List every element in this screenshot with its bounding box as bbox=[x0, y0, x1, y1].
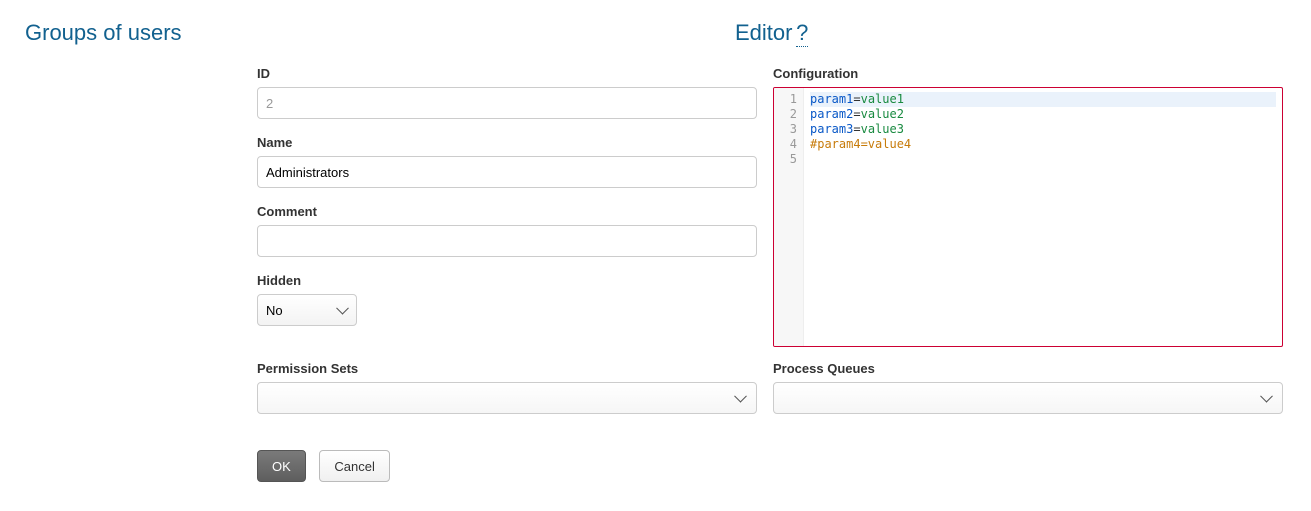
comment-input[interactable] bbox=[257, 225, 757, 257]
hidden-select[interactable]: No bbox=[257, 294, 357, 326]
gutter-line: 2 bbox=[784, 107, 797, 122]
permission-sets-label: Permission Sets bbox=[257, 361, 757, 376]
gutter-line: 3 bbox=[784, 122, 797, 137]
name-input[interactable] bbox=[257, 156, 757, 188]
page-title-groups: Groups of users bbox=[25, 20, 182, 45]
help-link[interactable]: ? bbox=[796, 20, 808, 47]
code-line[interactable]: param3=value3 bbox=[810, 122, 1276, 137]
gutter-line: 5 bbox=[784, 152, 797, 167]
code-line[interactable]: param2=value2 bbox=[810, 107, 1276, 122]
permission-sets-select[interactable] bbox=[257, 382, 757, 414]
configuration-editor[interactable]: 12345 param1=value1param2=value2param3=v… bbox=[773, 87, 1283, 347]
process-queues-label: Process Queues bbox=[773, 361, 1283, 376]
configuration-label: Configuration bbox=[773, 66, 1283, 81]
gutter-line: 4 bbox=[784, 137, 797, 152]
id-label: ID bbox=[257, 66, 757, 81]
name-label: Name bbox=[257, 135, 757, 150]
hidden-label: Hidden bbox=[257, 273, 757, 288]
gutter-line: 1 bbox=[784, 92, 797, 107]
code-line[interactable] bbox=[810, 152, 1276, 167]
comment-label: Comment bbox=[257, 204, 757, 219]
process-queues-select[interactable] bbox=[773, 382, 1283, 414]
code-line[interactable]: #param4=value4 bbox=[810, 137, 1276, 152]
id-input[interactable] bbox=[257, 87, 757, 119]
page-title-editor: Editor bbox=[735, 20, 792, 45]
code-line[interactable]: param1=value1 bbox=[810, 92, 1276, 107]
cancel-button[interactable]: Cancel bbox=[319, 450, 389, 482]
ok-button[interactable]: OK bbox=[257, 450, 306, 482]
